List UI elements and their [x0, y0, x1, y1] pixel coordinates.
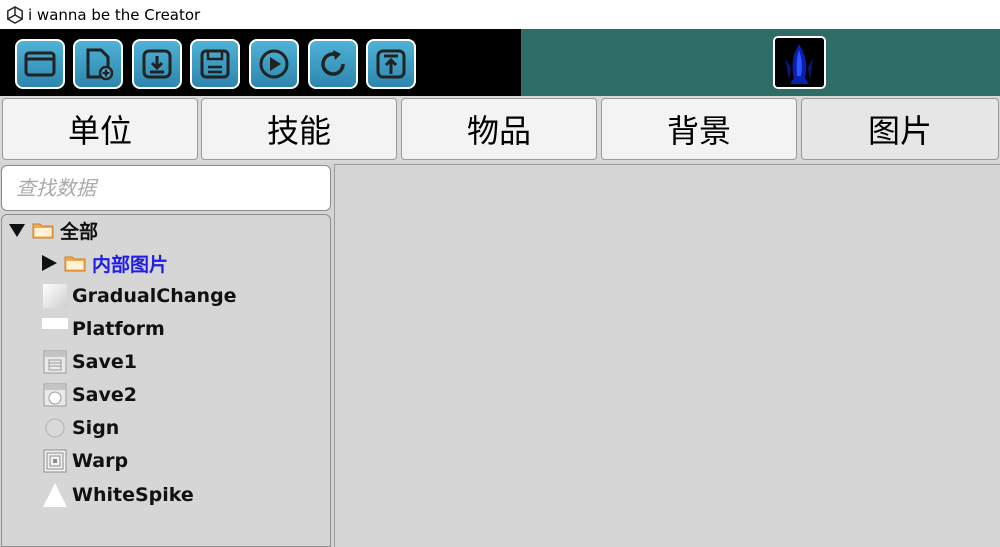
- tab-backgrounds[interactable]: 背景: [601, 98, 797, 160]
- tree-item-label: Platform: [72, 318, 165, 340]
- play-icon: [259, 49, 289, 79]
- tree-item-label: Save1: [72, 351, 137, 373]
- preview-panel: [521, 29, 1000, 96]
- search-box: [1, 165, 331, 211]
- character-sprite-icon: [775, 38, 824, 87]
- upload-button[interactable]: [366, 39, 416, 89]
- tree-root-row[interactable]: 全部: [8, 215, 98, 245]
- save-icon: [200, 49, 230, 79]
- tab-skills[interactable]: 技能: [201, 98, 397, 160]
- tree-item-label: Warp: [72, 450, 129, 472]
- tree-item-row[interactable]: GradualChange: [42, 281, 237, 311]
- tree-folder-label: 内部图片: [92, 253, 169, 276]
- editor-content-area[interactable]: [334, 164, 1000, 547]
- tree-item-row[interactable]: WhiteSpike: [42, 480, 194, 510]
- tree-item-row[interactable]: Platform: [42, 314, 165, 344]
- tab-images[interactable]: 图片: [801, 98, 999, 160]
- window-title: i wanna be the Creator: [28, 5, 201, 24]
- tree-root-label: 全部: [60, 220, 99, 243]
- tree-item-label: Sign: [72, 417, 120, 439]
- search-input[interactable]: [2, 166, 330, 210]
- new-file-button[interactable]: [73, 39, 123, 89]
- upload-icon: [376, 49, 406, 79]
- save-block-icon: [42, 349, 68, 375]
- save-button[interactable]: [190, 39, 240, 89]
- character-preview-image[interactable]: [773, 36, 826, 89]
- folder-icon: [24, 51, 56, 77]
- refresh-button[interactable]: [308, 39, 358, 89]
- unity-logo-icon: [7, 5, 23, 24]
- download-icon: [142, 49, 172, 79]
- tree-item-row[interactable]: Warp: [42, 446, 128, 476]
- expanded-arrow-icon[interactable]: [8, 221, 26, 239]
- tree-item-row[interactable]: Save2: [42, 380, 137, 410]
- open-folder-button[interactable]: [15, 39, 65, 89]
- toolbar: [0, 29, 521, 96]
- tree-item-label: GradualChange: [72, 285, 237, 307]
- collapsed-arrow-icon[interactable]: [40, 254, 58, 272]
- tab-units[interactable]: 单位: [2, 98, 198, 160]
- tree-item-row[interactable]: Sign: [42, 413, 119, 443]
- refresh-icon: [321, 50, 345, 76]
- folder-icon: [32, 223, 54, 239]
- play-button[interactable]: [249, 39, 299, 89]
- tree-item-label: Save2: [72, 384, 137, 406]
- asset-tree: 全部 内部图片 GradualChange Platform Save1 Sav…: [1, 214, 331, 547]
- circle-sign-icon: [42, 415, 68, 441]
- warp-square-icon: [42, 448, 68, 474]
- tree-folder-row[interactable]: 内部图片: [40, 248, 168, 278]
- tree-item-row[interactable]: Save1: [42, 347, 137, 377]
- category-tabs: 单位 技能 物品 背景 图片: [0, 96, 1000, 162]
- folder-icon: [64, 256, 86, 272]
- tab-items[interactable]: 物品: [401, 98, 597, 160]
- tree-item-label: WhiteSpike: [72, 484, 194, 506]
- gradient-swatch-icon: [42, 283, 68, 309]
- import-button[interactable]: [132, 39, 182, 89]
- spike-triangle-icon: [42, 482, 68, 508]
- new-file-icon: [86, 48, 114, 81]
- save-block-alt-icon: [42, 382, 68, 408]
- title-bar: i wanna be the Creator: [0, 0, 1000, 29]
- platform-icon: [42, 316, 68, 342]
